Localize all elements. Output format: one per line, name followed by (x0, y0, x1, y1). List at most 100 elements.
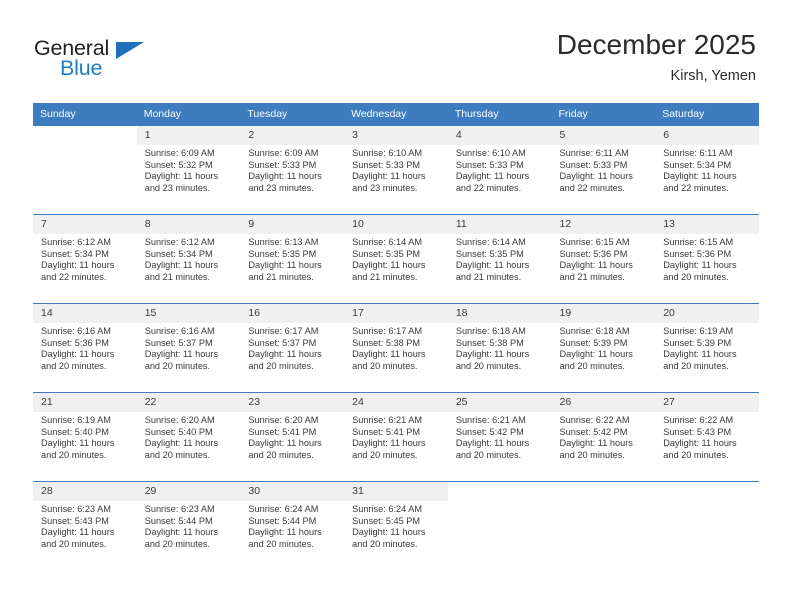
day-cell: 11 Sunrise: 6:14 AM Sunset: 5:35 PM Dayligh… (447, 214, 552, 303)
day-details: Sunrise: 6:16 AM Sunset: 5:36 PM Daylight:… (33, 323, 137, 372)
calendar-day-cell[interactable]: 25 Sunrise: 6:21 AM Sunset: 5:42 PM Dayligh… (447, 392, 552, 481)
daylight-text-line2: and 21 minutes. (144, 271, 211, 282)
daylight-text-line1: Daylight: 11 hours (41, 349, 115, 360)
daylight-text-line1: Daylight: 11 hours (144, 349, 219, 360)
weekday-header-monday: Monday (136, 103, 241, 125)
calendar-day-cell (655, 481, 759, 570)
day-number: 17 (344, 304, 448, 323)
calendar-day-cell[interactable]: 10 Sunrise: 6:14 AM Sunset: 5:35 PM Dayligh… (344, 214, 448, 303)
day-number: 3 (344, 126, 448, 145)
daylight-text-line2: and 20 minutes. (455, 449, 522, 460)
sunrise-text: Sunrise: 6:17 AM (248, 326, 319, 336)
sunrise-text: Sunrise: 6:14 AM (455, 237, 526, 247)
general-blue-logo[interactable]: General Blue (34, 36, 164, 86)
calendar-day-cell[interactable]: 17 Sunrise: 6:17 AM Sunset: 5:38 PM Dayligh… (344, 303, 448, 392)
day-number: 12 (551, 215, 656, 234)
daylight-text-line2: and 20 minutes. (144, 360, 211, 371)
calendar-day-cell[interactable]: 18 Sunrise: 6:18 AM Sunset: 5:38 PM Dayligh… (447, 303, 552, 392)
calendar-day-cell[interactable]: 5 Sunrise: 6:11 AM Sunset: 5:33 PM Daylight… (551, 125, 656, 214)
daylight-text-line2: and 23 minutes. (144, 182, 211, 193)
daylight-text-line2: and 22 minutes. (559, 182, 625, 193)
sunset-text: Sunset: 5:35 PM (352, 248, 421, 259)
daylight-text-line2: and 20 minutes. (663, 271, 729, 282)
daylight-text-line2: and 22 minutes. (663, 182, 729, 193)
daylight-text-line1: Daylight: 11 hours (663, 349, 737, 360)
calendar-day-cell[interactable]: 30 Sunrise: 6:24 AM Sunset: 5:44 PM Dayligh… (240, 481, 345, 570)
day-cell: 25 Sunrise: 6:21 AM Sunset: 5:42 PM Dayligh… (447, 392, 552, 481)
calendar-week-row: 21 Sunrise: 6:19 AM Sunset: 5:40 PM Dayligh… (33, 392, 759, 481)
calendar-day-cell[interactable]: 26 Sunrise: 6:22 AM Sunset: 5:42 PM Dayligh… (551, 392, 656, 481)
sunrise-text: Sunrise: 6:09 AM (144, 148, 215, 158)
calendar-day-cell[interactable]: 6 Sunrise: 6:11 AM Sunset: 5:34 PM Daylight… (655, 125, 759, 214)
sunrise-text: Sunrise: 6:20 AM (144, 415, 215, 425)
sunset-text: Sunset: 5:42 PM (455, 426, 524, 437)
sunrise-text: Sunrise: 6:24 AM (248, 504, 319, 514)
calendar-day-cell[interactable]: 19 Sunrise: 6:18 AM Sunset: 5:39 PM Dayligh… (551, 303, 656, 392)
day-number: 5 (551, 126, 656, 145)
calendar-day-cell[interactable]: 20 Sunrise: 6:19 AM Sunset: 5:39 PM Dayligh… (655, 303, 759, 392)
calendar-day-cell[interactable]: 3 Sunrise: 6:10 AM Sunset: 5:33 PM Daylight… (344, 125, 448, 214)
weekday-header-thursday: Thursday (447, 103, 552, 125)
sunrise-text: Sunrise: 6:12 AM (144, 237, 215, 247)
calendar-day-cell[interactable]: 16 Sunrise: 6:17 AM Sunset: 5:37 PM Dayligh… (240, 303, 345, 392)
calendar-day-cell (551, 481, 656, 570)
sunset-text: Sunset: 5:39 PM (663, 337, 732, 348)
calendar-day-cell[interactable]: 2 Sunrise: 6:09 AM Sunset: 5:33 PM Daylight… (240, 125, 345, 214)
day-cell: 9 Sunrise: 6:13 AM Sunset: 5:35 PM Daylight… (240, 214, 345, 303)
sunset-text: Sunset: 5:36 PM (41, 337, 109, 348)
day-cell: 7 Sunrise: 6:12 AM Sunset: 5:34 PM Daylight… (33, 214, 137, 303)
day-number: 15 (136, 304, 241, 323)
day-number: 16 (240, 304, 345, 323)
day-cell: 27 Sunrise: 6:22 AM Sunset: 5:43 PM Dayligh… (655, 392, 759, 481)
daylight-text-line2: and 20 minutes. (41, 360, 107, 371)
sunset-text: Sunset: 5:38 PM (455, 337, 524, 348)
calendar-day-cell[interactable]: 31 Sunrise: 6:24 AM Sunset: 5:45 PM Dayligh… (344, 481, 448, 570)
day-cell: 6 Sunrise: 6:11 AM Sunset: 5:34 PM Daylight… (655, 125, 759, 214)
daylight-text-line1: Daylight: 11 hours (352, 438, 426, 449)
calendar-day-cell[interactable]: 21 Sunrise: 6:19 AM Sunset: 5:40 PM Dayligh… (33, 392, 137, 481)
calendar-day-cell[interactable]: 29 Sunrise: 6:23 AM Sunset: 5:44 PM Dayligh… (136, 481, 241, 570)
sunrise-text: Sunrise: 6:14 AM (352, 237, 423, 247)
calendar-day-cell[interactable]: 7 Sunrise: 6:12 AM Sunset: 5:34 PM Daylight… (33, 214, 137, 303)
calendar-day-cell[interactable]: 22 Sunrise: 6:20 AM Sunset: 5:40 PM Dayligh… (136, 392, 241, 481)
sunrise-text: Sunrise: 6:15 AM (663, 237, 734, 247)
calendar-day-cell[interactable]: 24 Sunrise: 6:21 AM Sunset: 5:41 PM Dayligh… (344, 392, 448, 481)
day-number: 2 (240, 126, 345, 145)
daylight-text-line2: and 20 minutes. (352, 360, 418, 371)
calendar-day-cell[interactable]: 14 Sunrise: 6:16 AM Sunset: 5:36 PM Dayligh… (33, 303, 137, 392)
daylight-text-line1: Daylight: 11 hours (248, 349, 322, 360)
calendar-day-cell[interactable]: 1 Sunrise: 6:09 AM Sunset: 5:32 PM Daylight… (136, 125, 241, 214)
calendar-day-cell[interactable]: 8 Sunrise: 6:12 AM Sunset: 5:34 PM Daylight… (136, 214, 241, 303)
calendar-day-cell[interactable]: 13 Sunrise: 6:15 AM Sunset: 5:36 PM Dayligh… (655, 214, 759, 303)
calendar-day-cell[interactable]: 23 Sunrise: 6:20 AM Sunset: 5:41 PM Dayligh… (240, 392, 345, 481)
calendar-day-cell[interactable]: 28 Sunrise: 6:23 AM Sunset: 5:43 PM Dayligh… (33, 481, 137, 570)
daylight-text-line2: and 22 minutes. (41, 271, 107, 282)
day-number: 26 (551, 393, 656, 412)
daylight-text-line2: and 21 minutes. (455, 271, 522, 282)
calendar-day-cell[interactable]: 4 Sunrise: 6:10 AM Sunset: 5:33 PM Daylight… (447, 125, 552, 214)
calendar-day-cell[interactable]: 15 Sunrise: 6:16 AM Sunset: 5:37 PM Dayligh… (136, 303, 241, 392)
calendar-day-cell[interactable]: 11 Sunrise: 6:14 AM Sunset: 5:35 PM Dayligh… (447, 214, 552, 303)
day-cell: 2 Sunrise: 6:09 AM Sunset: 5:33 PM Daylight… (240, 125, 345, 214)
day-number: 7 (33, 215, 137, 234)
day-cell: 18 Sunrise: 6:18 AM Sunset: 5:38 PM Dayligh… (447, 303, 552, 392)
daylight-text-line1: Daylight: 11 hours (41, 260, 115, 271)
daylight-text-line2: and 20 minutes. (663, 449, 729, 460)
sunrise-text: Sunrise: 6:16 AM (41, 326, 111, 336)
sunset-text: Sunset: 5:40 PM (144, 426, 213, 437)
calendar-day-cell[interactable]: 12 Sunrise: 6:15 AM Sunset: 5:36 PM Dayligh… (551, 214, 656, 303)
sunset-text: Sunset: 5:41 PM (248, 426, 317, 437)
daylight-text-line1: Daylight: 11 hours (559, 260, 633, 271)
day-details: Sunrise: 6:10 AM Sunset: 5:33 PM Daylight:… (344, 145, 448, 194)
day-number: 24 (344, 393, 448, 412)
sunset-text: Sunset: 5:37 PM (248, 337, 317, 348)
day-number (447, 482, 552, 501)
day-details: Sunrise: 6:23 AM Sunset: 5:44 PM Daylight:… (137, 501, 241, 550)
day-details: Sunrise: 6:12 AM Sunset: 5:34 PM Daylight:… (33, 234, 137, 283)
daylight-text-line2: and 20 minutes. (559, 449, 625, 460)
calendar-day-cell[interactable]: 9 Sunrise: 6:13 AM Sunset: 5:35 PM Daylight… (240, 214, 345, 303)
sunset-text: Sunset: 5:41 PM (352, 426, 421, 437)
calendar-day-cell[interactable]: 27 Sunrise: 6:22 AM Sunset: 5:43 PM Dayligh… (655, 392, 759, 481)
daylight-text-line1: Daylight: 11 hours (41, 438, 115, 449)
sunset-text: Sunset: 5:33 PM (352, 159, 421, 170)
